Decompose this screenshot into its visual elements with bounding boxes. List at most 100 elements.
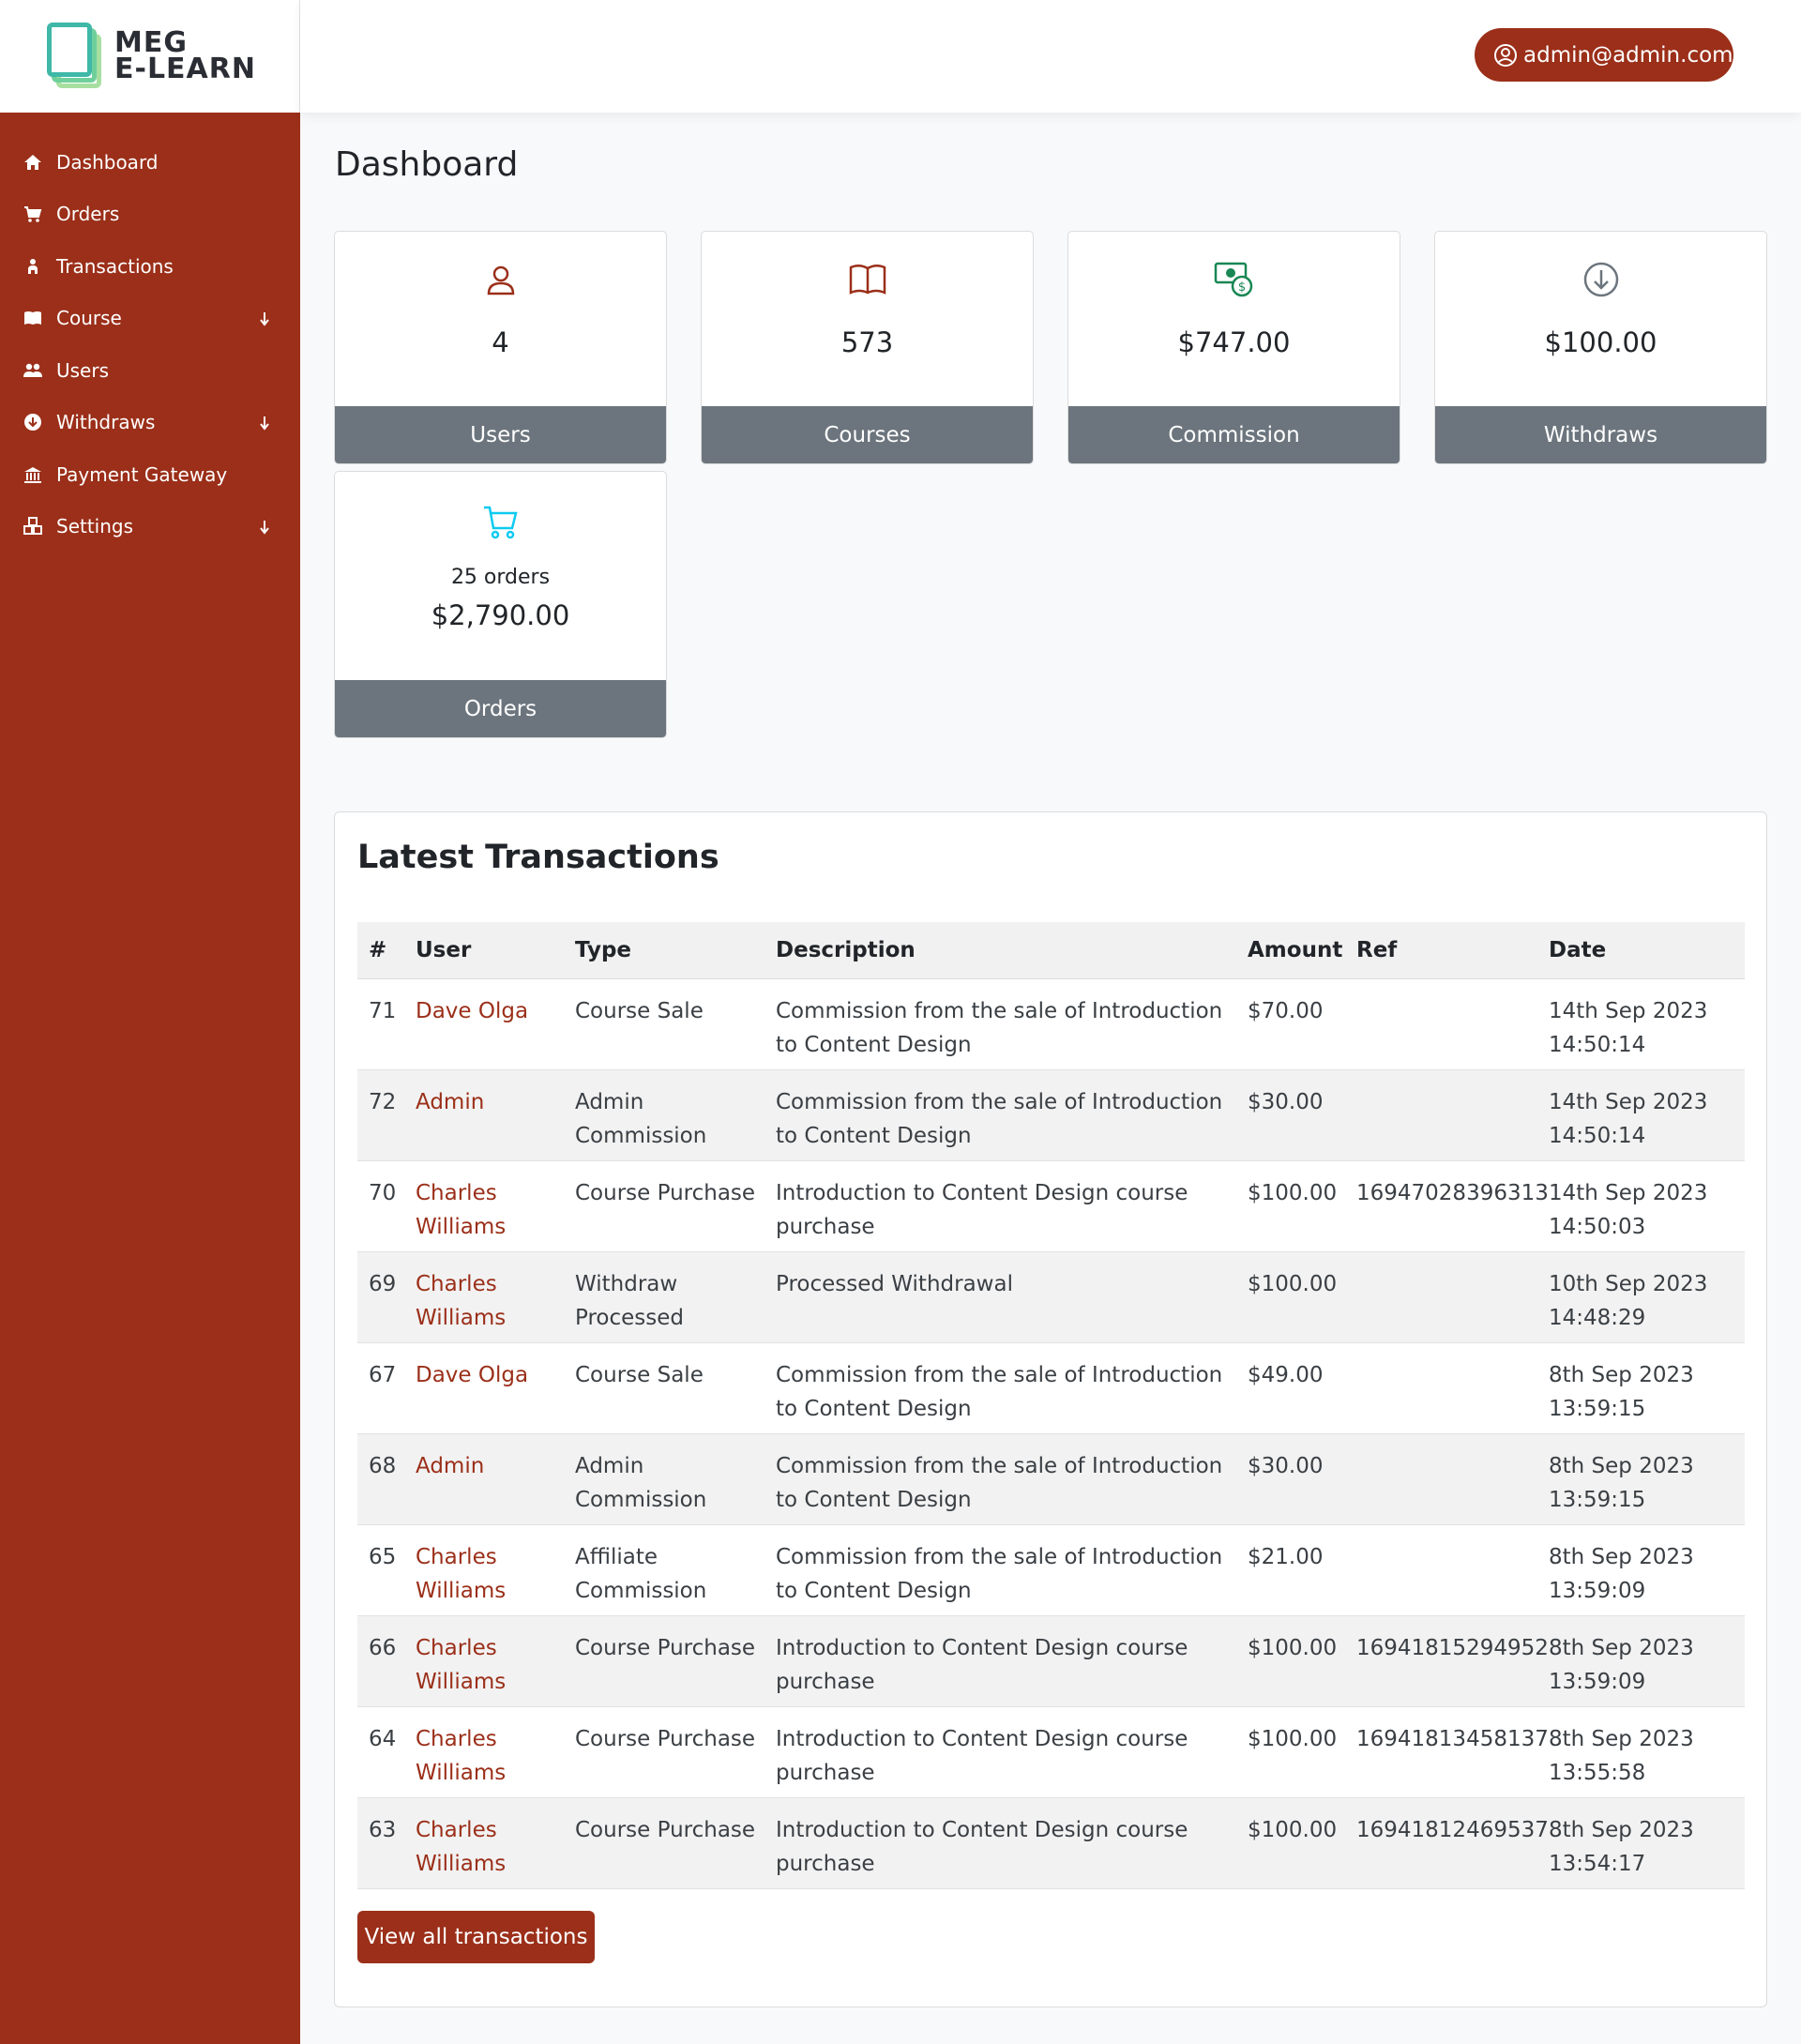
cart-icon bbox=[335, 504, 666, 539]
table-row: 66 Charles Williams Course Purchase Intr… bbox=[357, 1616, 1745, 1707]
cell-user-link[interactable]: Charles Williams bbox=[416, 1813, 566, 1881]
stat-label: Orders bbox=[335, 680, 666, 737]
cell-date: 14th Sep 2023 14:50:03 bbox=[1549, 1181, 1708, 1239]
cell-date: 14th Sep 2023 14:50:14 bbox=[1549, 1090, 1708, 1148]
cell-user-link[interactable]: Charles Williams bbox=[416, 1176, 566, 1244]
logo-line-2: E-LEARN bbox=[114, 53, 256, 85]
cell-amount: $70.00 bbox=[1248, 999, 1324, 1023]
cell-date: 8th Sep 2023 13:54:17 bbox=[1549, 1818, 1694, 1876]
sidebar-item-label: Orders bbox=[56, 203, 120, 226]
cell-id: 72 bbox=[369, 1090, 397, 1114]
arrow-down-icon bbox=[258, 310, 271, 326]
sidebar-item-course[interactable]: Course bbox=[0, 293, 300, 345]
cell-id: 71 bbox=[369, 999, 397, 1023]
cell-id: 65 bbox=[369, 1545, 397, 1569]
sidebar-nav: Dashboard Orders Transactions Course Use… bbox=[0, 136, 300, 553]
sidebar-item-label: Users bbox=[56, 358, 110, 382]
table-row: 65 Charles Williams Affiliate Commission… bbox=[357, 1525, 1745, 1616]
column-header-date: Date bbox=[1549, 938, 1607, 962]
cell-description: Introduction to Content Design course pu… bbox=[776, 1818, 1188, 1876]
cell-date: 8th Sep 2023 13:59:15 bbox=[1549, 1454, 1694, 1512]
cell-id: 69 bbox=[369, 1272, 397, 1296]
stat-value: $2,790.00 bbox=[431, 599, 570, 631]
cell-type: Course Purchase bbox=[575, 1727, 756, 1751]
table-row: 63 Charles Williams Course Purchase Intr… bbox=[357, 1798, 1745, 1889]
table-row: 69 Charles Williams Withdraw Processed P… bbox=[357, 1252, 1745, 1343]
table-row: 71 Dave Olga Course Sale Commission from… bbox=[357, 979, 1745, 1070]
arrow-down-icon bbox=[258, 518, 271, 535]
stat-card-courses[interactable]: 573 Courses bbox=[701, 231, 1034, 464]
sidebar-item-withdraws[interactable]: Withdraws bbox=[0, 397, 300, 449]
svg-text:$: $ bbox=[1237, 280, 1245, 295]
stat-card-withdraws[interactable]: $100.00 Withdraws bbox=[1434, 231, 1767, 464]
cell-type: Course Purchase bbox=[575, 1181, 756, 1205]
stat-label: Withdraws bbox=[1435, 406, 1766, 463]
sidebar-item-label: Payment Gateway bbox=[56, 462, 228, 486]
cell-amount: $100.00 bbox=[1248, 1181, 1338, 1205]
sidebar-item-transactions[interactable]: Transactions bbox=[0, 240, 300, 293]
cart-icon bbox=[23, 204, 43, 224]
cell-amount: $100.00 bbox=[1248, 1636, 1338, 1660]
user-icon bbox=[335, 264, 666, 295]
sidebar-item-users[interactable]: Users bbox=[0, 344, 300, 397]
sidebar-item-settings[interactable]: Settings bbox=[0, 501, 300, 553]
table-header: # User Type Description Amount Ref Date bbox=[357, 922, 1745, 979]
sidebar-item-label: Withdraws bbox=[56, 411, 156, 434]
stat-card-users[interactable]: 4 Users bbox=[334, 231, 667, 464]
cell-id: 64 bbox=[369, 1727, 397, 1751]
cell-description: Commission from the sale of Introduction… bbox=[776, 1090, 1223, 1148]
top-header: admin@admin.com bbox=[300, 0, 1801, 113]
cell-user-link[interactable]: Admin bbox=[416, 1449, 566, 1483]
cell-amount: $100.00 bbox=[1248, 1272, 1338, 1296]
cell-user-link[interactable]: Admin bbox=[416, 1085, 566, 1119]
cell-user-link[interactable]: Dave Olga bbox=[416, 994, 566, 1028]
cell-description: Commission from the sale of Introduction… bbox=[776, 1363, 1223, 1421]
sidebar-item-orders[interactable]: Orders bbox=[0, 189, 300, 241]
sidebar-item-payment-gateway[interactable]: Payment Gateway bbox=[0, 448, 300, 501]
cell-id: 63 bbox=[369, 1818, 397, 1842]
cell-amount: $30.00 bbox=[1248, 1454, 1324, 1478]
page-title: Dashboard bbox=[335, 145, 519, 184]
cell-amount: $30.00 bbox=[1248, 1090, 1324, 1114]
user-menu-button[interactable]: admin@admin.com bbox=[1475, 28, 1733, 82]
table-row: 68 Admin Admin Commission Commission fro… bbox=[357, 1434, 1745, 1525]
cell-type: Affiliate Commission bbox=[575, 1545, 707, 1603]
cell-type: Withdraw Processed bbox=[575, 1272, 684, 1330]
stat-value: $100.00 bbox=[1544, 326, 1657, 358]
column-header-amount: Amount bbox=[1248, 938, 1343, 962]
stat-value: 573 bbox=[840, 326, 894, 358]
table-row: 67 Dave Olga Course Sale Commission from… bbox=[357, 1343, 1745, 1434]
cell-ref: 16947028396313 bbox=[1356, 1181, 1549, 1205]
book-open-icon bbox=[702, 264, 1033, 295]
sidebar-item-dashboard[interactable]: Dashboard bbox=[0, 136, 300, 189]
logo-text: MEG E-LEARN bbox=[114, 29, 256, 85]
cell-id: 68 bbox=[369, 1454, 397, 1478]
cell-user-link[interactable]: Dave Olga bbox=[416, 1358, 566, 1392]
cell-type: Course Sale bbox=[575, 1363, 704, 1387]
cell-id: 67 bbox=[369, 1363, 397, 1387]
sidebar-item-label: Dashboard bbox=[56, 150, 159, 174]
cell-user-link[interactable]: Charles Williams bbox=[416, 1631, 566, 1699]
cell-ref: 16941812469537 bbox=[1356, 1818, 1549, 1842]
book-icon bbox=[23, 308, 43, 328]
cell-date: 8th Sep 2023 13:59:09 bbox=[1549, 1636, 1694, 1694]
view-all-transactions-button[interactable]: View all transactions bbox=[357, 1911, 595, 1963]
stat-card-commission[interactable]: $ $747.00 Commission bbox=[1067, 231, 1400, 464]
column-header-user: User bbox=[416, 938, 472, 962]
sidebar-item-label: Settings bbox=[56, 515, 134, 538]
table-row: 72 Admin Admin Commission Commission fro… bbox=[357, 1070, 1745, 1161]
cell-description: Processed Withdrawal bbox=[776, 1272, 1013, 1296]
logo[interactable]: MEG E-LEARN bbox=[0, 0, 300, 113]
column-header-id: # bbox=[369, 938, 387, 962]
cell-description: Introduction to Content Design course pu… bbox=[776, 1636, 1188, 1694]
cell-ref: 16941813458137 bbox=[1356, 1727, 1549, 1751]
stat-card-orders[interactable]: 25 orders $2,790.00 Orders bbox=[334, 471, 667, 738]
cash-icon: $ bbox=[1068, 262, 1400, 297]
stat-label: Users bbox=[335, 406, 666, 463]
cell-user-link[interactable]: Charles Williams bbox=[416, 1540, 566, 1608]
cell-user-link[interactable]: Charles Williams bbox=[416, 1722, 566, 1790]
stat-label: Commission bbox=[1068, 406, 1400, 463]
cell-user-link[interactable]: Charles Williams bbox=[416, 1267, 566, 1335]
cell-date: 8th Sep 2023 13:55:58 bbox=[1549, 1727, 1694, 1785]
column-header-type: Type bbox=[575, 938, 632, 962]
